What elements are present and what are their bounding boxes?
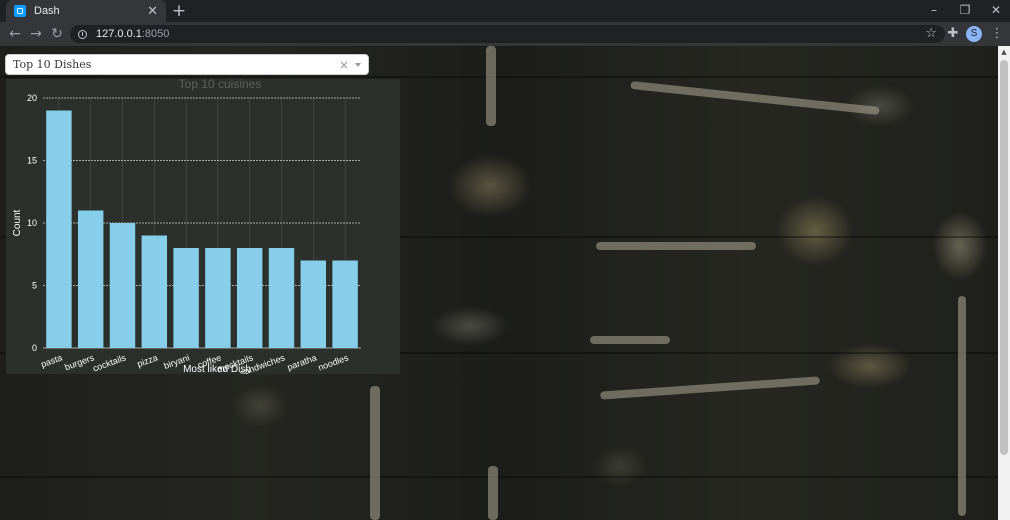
bar — [332, 260, 358, 348]
forward-icon[interactable]: → — [27, 25, 45, 43]
bar — [205, 248, 231, 348]
bookmark-star-icon[interactable]: ☆ — [925, 26, 937, 41]
x-tick-label: cocktails — [91, 352, 127, 373]
y-tick-label: 0 — [32, 343, 37, 353]
tab-strip: Dash ✕ + – ❐ ✕ — [0, 0, 1010, 22]
url-port: :8050 — [141, 28, 170, 40]
close-tab-icon[interactable]: ✕ — [147, 5, 158, 18]
x-tick-label: pasta — [39, 352, 63, 369]
x-tick-label: noodles — [317, 352, 351, 372]
tab-title: Dash — [34, 5, 60, 17]
bar — [141, 235, 168, 348]
y-tick-label: 10 — [27, 218, 37, 228]
x-tick-label: burgers — [63, 352, 96, 372]
page-scrollbar[interactable]: ▲ — [998, 46, 1010, 520]
bar — [236, 248, 263, 348]
new-tab-icon[interactable]: + — [170, 2, 188, 20]
bar — [268, 248, 295, 348]
window-close-icon[interactable]: ✕ — [986, 2, 1006, 18]
x-axis-title: Most liked Dish — [183, 364, 251, 374]
dropdown-selected-value: Top 10 Dishes — [13, 58, 92, 71]
dash-favicon-icon — [14, 5, 26, 17]
restore-icon[interactable]: ❐ — [955, 2, 975, 18]
bar — [173, 248, 199, 348]
reload-icon[interactable]: ↻ — [48, 25, 66, 43]
y-tick-label: 15 — [27, 156, 37, 166]
x-tick-label: paratha — [286, 352, 318, 372]
scroll-up-icon[interactable]: ▲ — [998, 46, 1010, 58]
extensions-icon[interactable]: ✚ — [944, 25, 962, 43]
y-axis-title: Count — [12, 209, 23, 236]
address-bar[interactable]: 127.0.0.1:8050 ☆ — [70, 25, 945, 43]
clear-selection-icon[interactable]: × — [339, 59, 349, 71]
x-tick-label: pizza — [136, 352, 159, 369]
minimize-icon[interactable]: – — [924, 2, 944, 18]
url-host: 127.0.0.1 — [96, 28, 142, 40]
bar — [300, 260, 327, 348]
profile-avatar[interactable]: S — [966, 26, 982, 42]
menu-dots-icon[interactable]: ⋮ — [988, 25, 1006, 43]
chart-title: Top 10 cuisines — [179, 79, 262, 91]
site-info-icon[interactable] — [78, 29, 87, 39]
browser-tab[interactable]: Dash ✕ — [6, 0, 166, 22]
scrollbar-thumb[interactable] — [1000, 60, 1008, 455]
bar-chart: 05101520pasta burgerscocktails pizza biryan… — [12, 79, 361, 374]
dish-dropdown[interactable]: Top 10 Dishes × — [5, 54, 369, 75]
back-icon[interactable]: ← — [6, 25, 24, 43]
y-tick-label: 5 — [32, 281, 37, 291]
bar — [109, 223, 136, 348]
dropdown-arrow-icon[interactable] — [355, 62, 361, 67]
bar — [46, 110, 72, 348]
y-tick-label: 20 — [27, 93, 37, 103]
bar — [77, 210, 104, 348]
browser-toolbar: ← → ↻ 127.0.0.1:8050 ☆ ✚ ⋮ — [0, 22, 1010, 46]
bar-chart-panel: 0 5 10 15 20 pasta burgers cocktails pizza biryan… — [6, 79, 400, 374]
